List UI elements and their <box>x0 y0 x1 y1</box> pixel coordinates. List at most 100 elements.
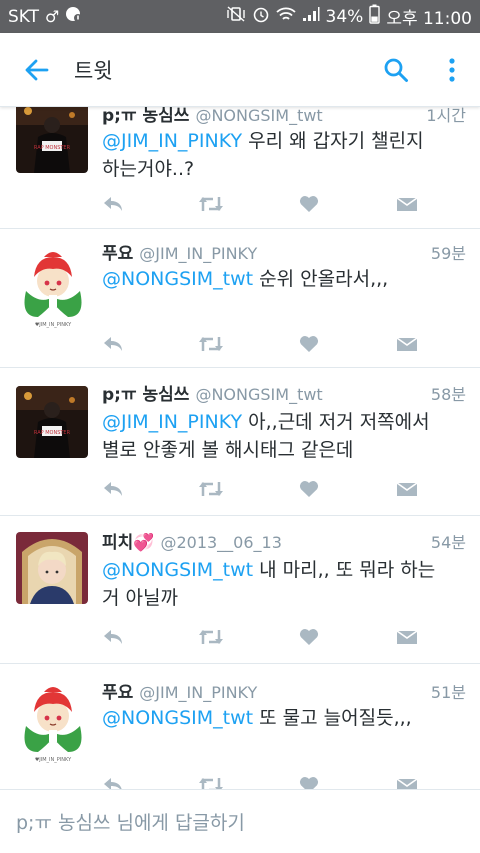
avatar-cartoon-strawberry[interactable]: ♥JIM_IN_PINKY <box>16 682 90 764</box>
tweet-actions <box>100 624 420 650</box>
avatar-cartoon-strawberry[interactable]: ♥JIM_IN_PINKY <box>16 247 90 329</box>
author-handle[interactable]: @2013__06_13 <box>160 533 281 552</box>
mention-link[interactable]: @NONGSIM_twt <box>102 707 253 729</box>
tweet-actions <box>100 772 420 789</box>
tweet-text-line1: 순위 안올라서,,, <box>253 268 389 290</box>
tweet-text-line1: 우리 왜 갑자기 챌린지 <box>242 130 424 152</box>
tweet-time: 58분 <box>430 385 466 404</box>
author-name[interactable]: 푸요 <box>102 678 133 703</box>
retweet-button[interactable] <box>198 331 224 357</box>
avatar-dark-photo[interactable]: RAP MONSTER <box>16 107 88 173</box>
reply-button[interactable] <box>100 331 126 357</box>
tweet-header: 푸요 @JIM_IN_PINKY 51분 <box>102 678 466 703</box>
author-name[interactable]: 피치💞 <box>102 528 154 553</box>
tweet-header: 피치💞 @2013__06_13 54분 <box>102 528 466 553</box>
tweet-header: p;ㅠ 농심쓰 @NONGSIM_twt 58분 <box>102 380 466 405</box>
tweet-text-line2: 별로 안좋게 볼 해시태그 같은데 <box>102 439 354 461</box>
reply-button[interactable] <box>100 772 126 789</box>
retweet-icon <box>199 778 223 789</box>
tweet-text-line2: 하는거야..? <box>102 158 195 180</box>
retweet-icon <box>199 630 223 644</box>
direct-message-button[interactable] <box>394 476 420 502</box>
tweet-item[interactable]: ♥JIM_IN_PINKY 푸요 @JIM_IN_PINKY 51분 @NONG… <box>0 664 480 789</box>
tweet-header: 푸요 @JIM_IN_PINKY 59분 <box>102 239 466 264</box>
retweet-icon <box>199 482 223 496</box>
mention-link[interactable]: @JIM_IN_PINKY <box>102 130 242 152</box>
heart-icon <box>299 629 319 645</box>
like-button[interactable] <box>296 331 322 357</box>
retweet-icon <box>199 337 223 351</box>
reply-input-placeholder[interactable]: p;ㅠ 농심쓰 님에게 답글하기 <box>16 808 245 835</box>
retweet-icon <box>199 197 223 211</box>
author-handle[interactable]: @JIM_IN_PINKY <box>139 244 257 263</box>
retweet-button[interactable] <box>198 772 224 789</box>
tweet-item[interactable]: RAP MONSTER p;ㅠ 농심쓰 @NONGSIM_twt 58분 @JI… <box>0 368 480 516</box>
mention-link[interactable]: @NONGSIM_twt <box>102 268 253 290</box>
envelope-icon <box>396 337 418 351</box>
retweet-button[interactable] <box>198 191 224 217</box>
tweet-actions <box>100 476 420 502</box>
tweet-feed[interactable]: RAP MONSTER p;ㅠ 농심쓰 @NONGSIM_twt 1시간 @JI… <box>0 107 480 789</box>
author-name[interactable]: 푸요 <box>102 239 133 264</box>
back-button[interactable] <box>0 33 72 107</box>
mention-link[interactable]: @NONGSIM_twt <box>102 559 253 581</box>
reply-icon <box>104 630 122 644</box>
tweet-text-line1: 아,,근데 저거 저쪽에서 <box>242 411 430 433</box>
author-name[interactable]: p;ㅠ 농심쓰 <box>102 107 189 126</box>
tweet-text-line2: 거 아닐까 <box>102 587 178 609</box>
direct-message-button[interactable] <box>394 191 420 217</box>
author-name[interactable]: p;ㅠ 농심쓰 <box>102 380 189 405</box>
reply-button[interactable] <box>100 191 126 217</box>
more-vert-icon <box>449 57 455 82</box>
reply-button[interactable] <box>100 476 126 502</box>
tweet-item[interactable]: 피치💞 @2013__06_13 54분 @NONGSIM_twt 내 마리,,… <box>0 516 480 664</box>
tweet-item[interactable]: ♥JIM_IN_PINKY 푸요 @JIM_IN_PINKY 59분 @NONG… <box>0 229 480 368</box>
reply-compose-bar[interactable]: p;ㅠ 농심쓰 님에게 답글하기 <box>0 789 480 853</box>
tweet-text: @JIM_IN_PINKY 아,,근데 저거 저쪽에서 별로 안좋게 볼 해시태… <box>102 408 466 464</box>
tweet-text-line1: 또 물고 늘어질듯,,, <box>253 707 412 729</box>
tweet-item[interactable]: RAP MONSTER p;ㅠ 농심쓰 @NONGSIM_twt 1시간 @JI… <box>0 107 480 229</box>
heart-icon <box>299 481 319 497</box>
reply-icon <box>104 337 122 351</box>
reply-icon <box>104 197 122 211</box>
tweet-text: @JIM_IN_PINKY 우리 왜 갑자기 챌린지 하는거야..? <box>102 127 466 183</box>
male-icon: ♂ <box>45 6 60 26</box>
retweet-button[interactable] <box>198 624 224 650</box>
like-button[interactable] <box>296 476 322 502</box>
carrier-label: SKT <box>8 6 40 27</box>
tweet-actions <box>100 331 420 357</box>
reply-button[interactable] <box>100 624 126 650</box>
direct-message-button[interactable] <box>394 331 420 357</box>
overflow-menu-button[interactable] <box>424 33 480 107</box>
like-button[interactable] <box>296 191 322 217</box>
clock: 오후 11:00 <box>386 9 472 29</box>
avatar-photo-person[interactable] <box>16 532 88 604</box>
page-title: 트윗 <box>74 58 113 83</box>
app-bar: 트윗 <box>0 33 480 107</box>
author-handle[interactable]: @NONGSIM_twt <box>195 385 322 404</box>
heart-icon <box>299 777 319 789</box>
notification-icon <box>65 5 83 28</box>
retweet-button[interactable] <box>198 476 224 502</box>
direct-message-button[interactable] <box>394 624 420 650</box>
search-icon <box>384 58 408 82</box>
tweet-text: @NONGSIM_twt 또 물고 늘어질듯,,, <box>102 704 466 732</box>
tweet-time: 59분 <box>430 244 466 263</box>
tweet-text-line1: 내 마리,, 또 뭐라 하는 <box>253 559 436 581</box>
search-button[interactable] <box>368 33 424 107</box>
author-handle[interactable]: @NONGSIM_twt <box>195 107 322 125</box>
envelope-icon <box>396 197 418 211</box>
status-bar: SKT ♂ 34% 오후 11:00 <box>0 0 480 33</box>
tweet-header: p;ㅠ 농심쓰 @NONGSIM_twt 1시간 <box>102 107 466 126</box>
heart-icon <box>299 336 319 352</box>
direct-message-button[interactable] <box>394 772 420 789</box>
like-button[interactable] <box>296 772 322 789</box>
mention-link[interactable]: @JIM_IN_PINKY <box>102 411 242 433</box>
tweet-actions <box>100 191 420 217</box>
avatar-caption: ♥JIM_IN_PINKY <box>35 757 72 763</box>
like-button[interactable] <box>296 624 322 650</box>
avatar-shirt-text: RAP MONSTER <box>34 145 71 151</box>
author-handle[interactable]: @JIM_IN_PINKY <box>139 683 257 702</box>
signal-icon <box>302 6 320 27</box>
avatar-dark-photo[interactable]: RAP MONSTER <box>16 386 88 458</box>
